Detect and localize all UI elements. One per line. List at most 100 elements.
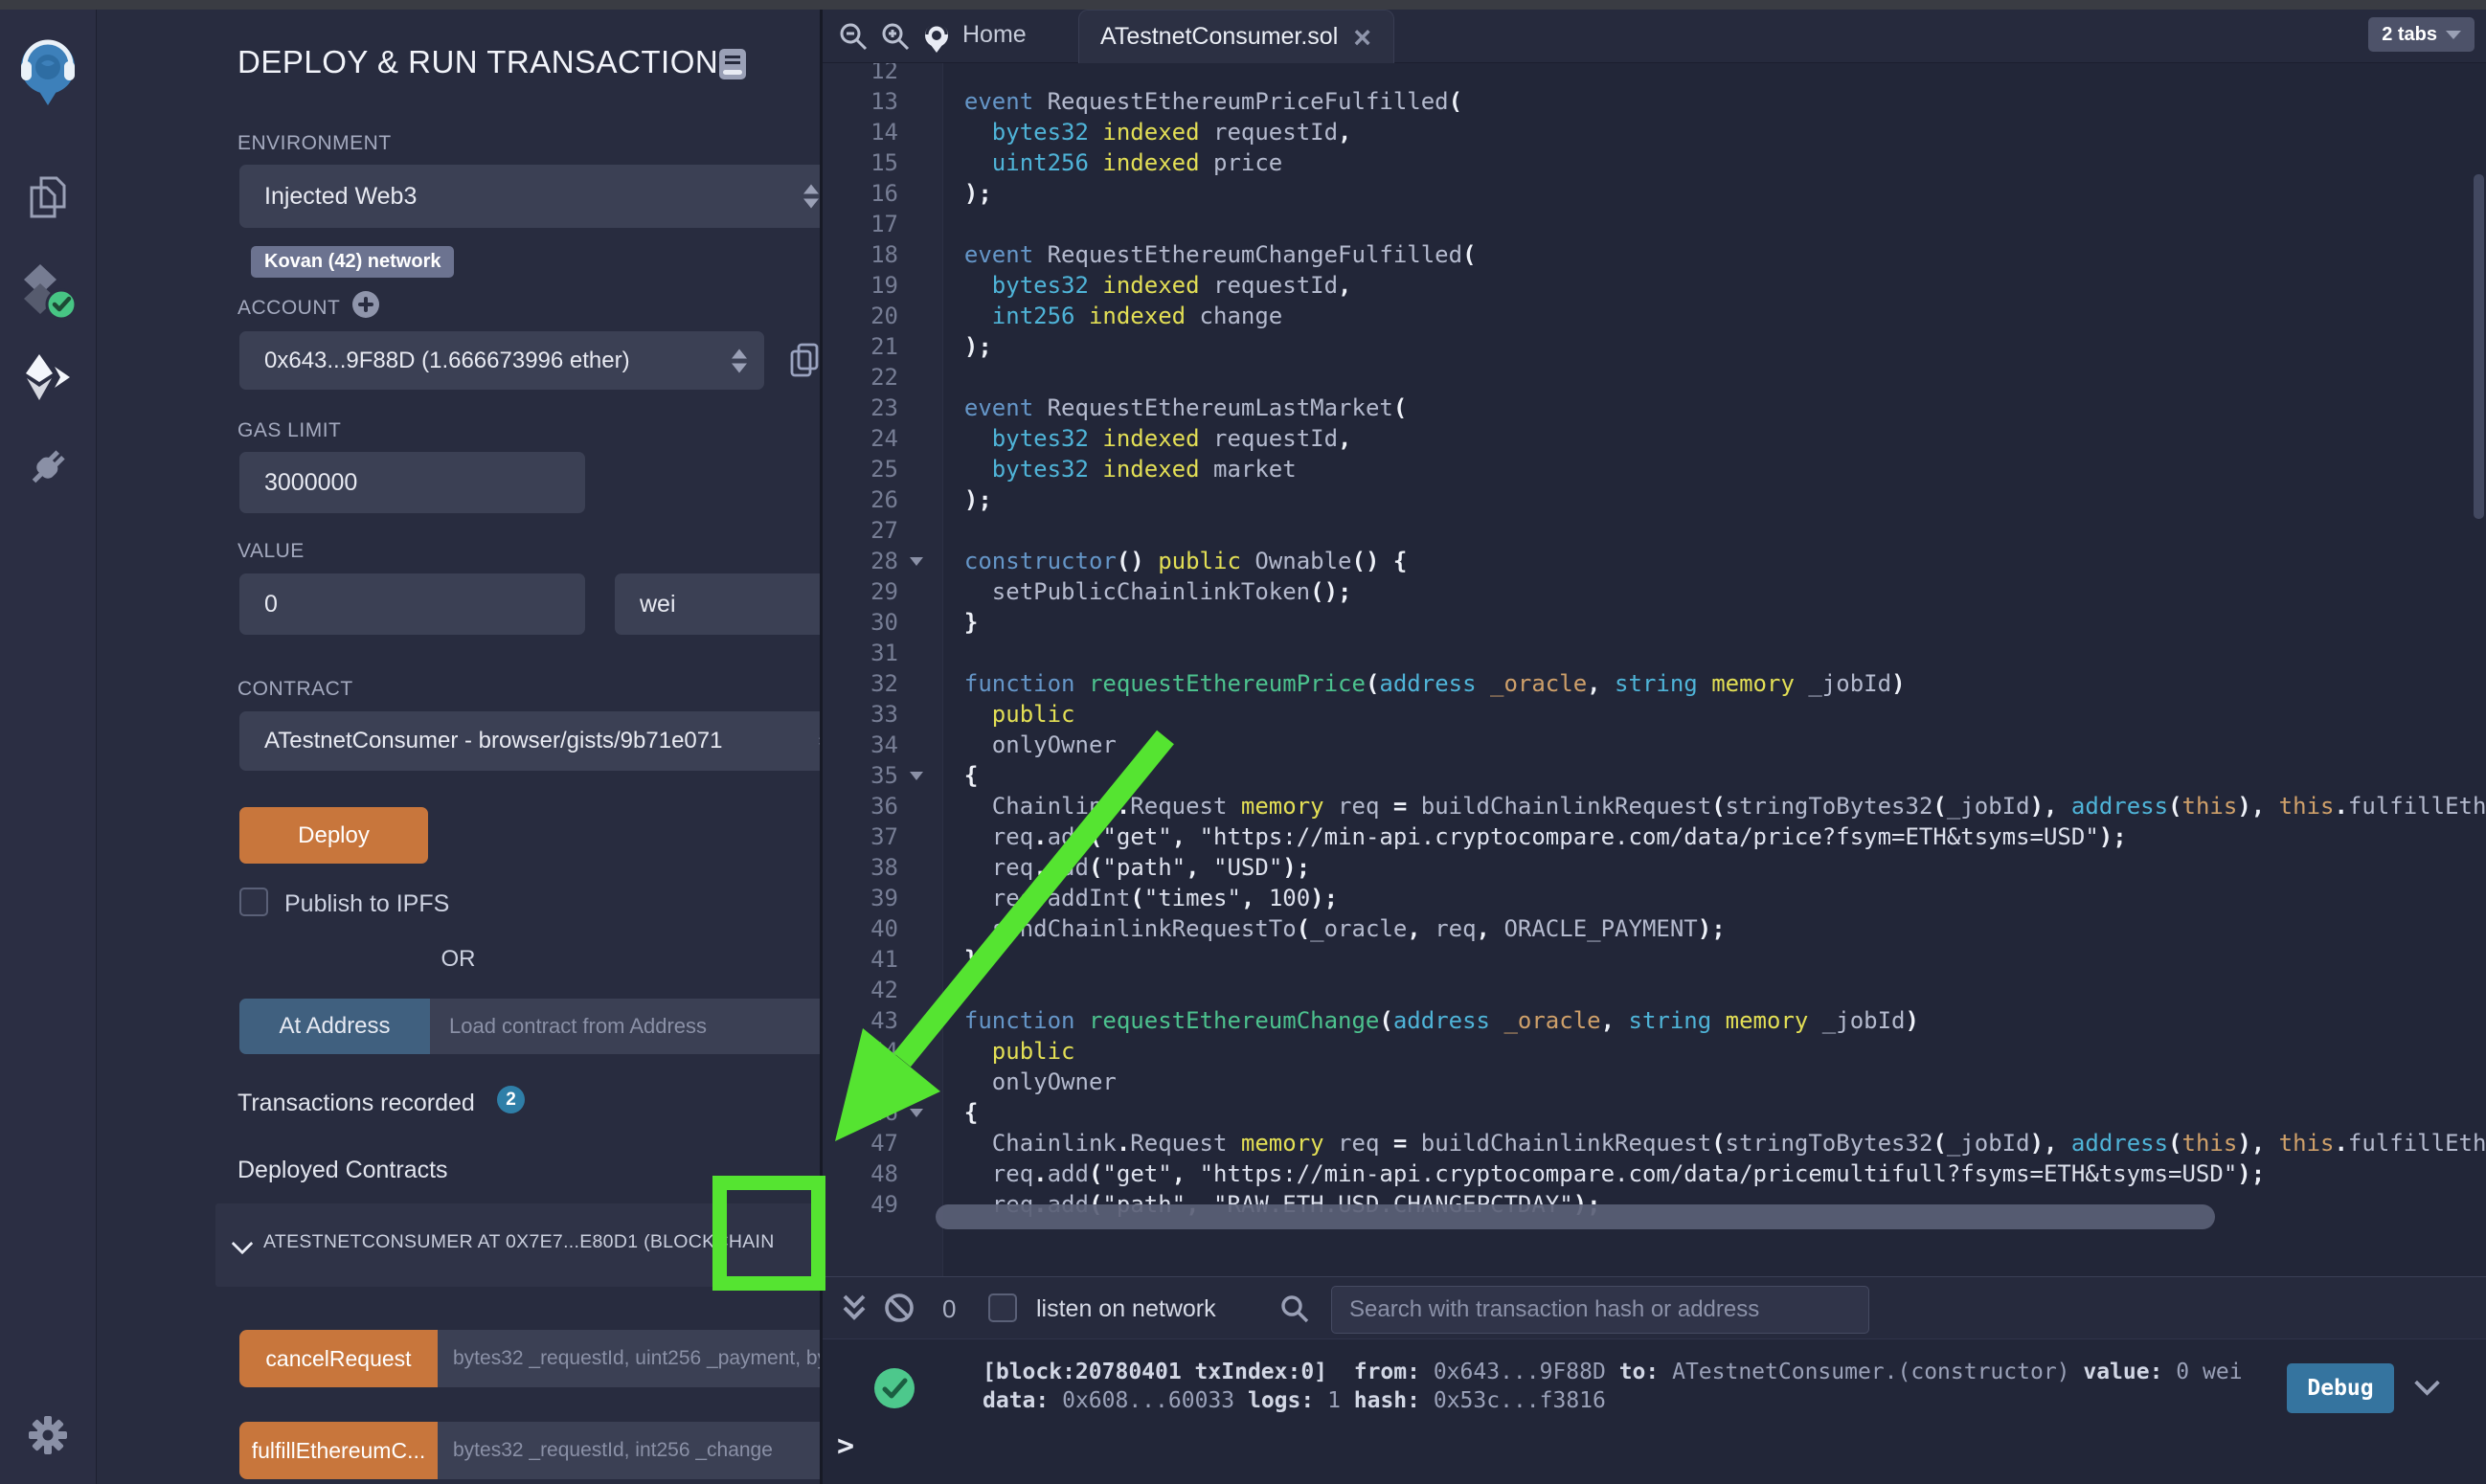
- expand-console-double-chevron-icon[interactable]: [839, 1293, 870, 1325]
- code-line-48[interactable]: 48 req.add("get", "https://min-api.crypt…: [823, 1158, 2486, 1189]
- code-line-16[interactable]: 16 );: [823, 178, 2486, 209]
- tab-atestnetconsumer[interactable]: ATestnetConsumer.sol ×: [1078, 10, 1394, 63]
- code-line-29[interactable]: 29 setPublicChainlinkToken();: [823, 576, 2486, 607]
- deployed-contracts-label: Deployed Contracts: [237, 1157, 448, 1184]
- code-line-30[interactable]: 30 }: [823, 607, 2486, 638]
- function-button-cancelrequest[interactable]: cancelRequest: [239, 1330, 438, 1387]
- at-address-button[interactable]: At Address: [239, 999, 430, 1054]
- search-icon: [1279, 1293, 1310, 1324]
- code-text: req.add("get", "https://min-api.cryptoco…: [937, 821, 2127, 852]
- editor-horizontal-scrollbar[interactable]: [936, 1204, 2215, 1229]
- code-line-44[interactable]: 44 public: [823, 1036, 2486, 1067]
- contract-expand-chevron-icon[interactable]: [232, 1233, 254, 1255]
- code-line-25[interactable]: 25 bytes32 indexed market: [823, 454, 2486, 484]
- copy-account-icon[interactable]: [789, 343, 820, 377]
- function-params-input[interactable]: bytes32 _requestId, int256 _change: [438, 1422, 842, 1479]
- deploy-button[interactable]: Deploy: [239, 807, 428, 864]
- account-select[interactable]: 0x643...9F88D (1.666673996 ether): [239, 331, 764, 390]
- fold-gutter: [898, 362, 937, 393]
- code-line-46[interactable]: 46 {: [823, 1097, 2486, 1128]
- fold-gutter: [898, 1036, 937, 1067]
- fold-caret-icon[interactable]: [898, 1097, 937, 1128]
- code-line-39[interactable]: 39 req.addInt("times", 100);: [823, 883, 2486, 913]
- code-line-19[interactable]: 19 bytes32 indexed requestId,: [823, 270, 2486, 301]
- home-icon[interactable]: [920, 21, 953, 54]
- pending-tx-count: 0: [942, 1294, 956, 1324]
- zoom-in-icon[interactable]: [880, 21, 911, 52]
- publish-ipfs-checkbox[interactable]: [239, 888, 268, 916]
- value-input[interactable]: [239, 573, 585, 635]
- settings-gear-icon[interactable]: [0, 1415, 96, 1455]
- code-line-37[interactable]: 37 req.add("get", "https://min-api.crypt…: [823, 821, 2486, 852]
- clear-console-ban-icon[interactable]: [883, 1292, 915, 1324]
- remix-logo-icon[interactable]: [0, 36, 96, 109]
- code-text: function requestEthereumChange(address _…: [937, 1005, 1919, 1036]
- solidity-compiler-icon[interactable]: [0, 260, 96, 324]
- code-line-15[interactable]: 15 uint256 indexed price: [823, 147, 2486, 178]
- function-params-input[interactable]: bytes32 _requestId, uint256 _payment, by: [438, 1330, 842, 1387]
- contract-value: ATestnetConsumer - browser/gists/9b71e07…: [264, 728, 722, 754]
- line-number: 13: [823, 86, 898, 117]
- code-line-20[interactable]: 20 int256 indexed change: [823, 301, 2486, 331]
- close-tab-icon[interactable]: ×: [1353, 22, 1371, 53]
- code-line-41[interactable]: 41 }: [823, 944, 2486, 975]
- deploy-and-run-icon[interactable]: [0, 352, 96, 402]
- terminal-search-input[interactable]: [1331, 1286, 1869, 1334]
- file-explorer-icon[interactable]: [0, 174, 96, 220]
- fold-caret-icon[interactable]: [898, 760, 937, 791]
- code-line-34[interactable]: 34 onlyOwner: [823, 730, 2486, 760]
- code-line-21[interactable]: 21 );: [823, 331, 2486, 362]
- code-line-24[interactable]: 24 bytes32 indexed requestId,: [823, 423, 2486, 454]
- contract-select[interactable]: ATestnetConsumer - browser/gists/9b71e07…: [239, 711, 842, 771]
- code-line-36[interactable]: 36 Chainlink.Request memory req = buildC…: [823, 791, 2486, 821]
- editor-vertical-scrollbar[interactable]: [2474, 174, 2484, 519]
- fold-gutter: [898, 423, 937, 454]
- code-text: constructor() public Ownable() {: [937, 546, 1407, 576]
- code-line-13[interactable]: 13 event RequestEthereumPriceFulfilled(: [823, 86, 2486, 117]
- code-line-35[interactable]: 35 {: [823, 760, 2486, 791]
- code-line-32[interactable]: 32 function requestEthereumPrice(address…: [823, 668, 2486, 699]
- code-line-22[interactable]: 22: [823, 362, 2486, 393]
- code-line-17[interactable]: 17: [823, 209, 2486, 239]
- line-number: 31: [823, 638, 898, 668]
- docs-book-icon[interactable]: [718, 48, 747, 80]
- code-line-26[interactable]: 26 );: [823, 484, 2486, 515]
- log-expand-chevron-icon[interactable]: [2414, 1370, 2440, 1396]
- code-line-43[interactable]: 43 function requestEthereumChange(addres…: [823, 1005, 2486, 1036]
- code-text: bytes32 indexed market: [937, 454, 1297, 484]
- plugin-manager-icon[interactable]: [0, 444, 96, 490]
- tabs-count-button[interactable]: 2 tabs: [2368, 17, 2475, 52]
- terminal: 0 listen on network [block:20780401 txIn…: [823, 1276, 2486, 1484]
- code-line-47[interactable]: 47 Chainlink.Request memory req = buildC…: [823, 1128, 2486, 1158]
- code-line-12[interactable]: 12: [823, 63, 2486, 86]
- code-line-38[interactable]: 38 req.add("path", "USD");: [823, 852, 2486, 883]
- code-line-28[interactable]: 28 constructor() public Ownable() {: [823, 546, 2486, 576]
- code-line-40[interactable]: 40 sendChainlinkRequestTo(_oracle, req, …: [823, 913, 2486, 944]
- line-number: 29: [823, 576, 898, 607]
- fold-gutter: [898, 209, 937, 239]
- code-line-18[interactable]: 18 event RequestEthereumChangeFulfilled(: [823, 239, 2486, 270]
- code-line-27[interactable]: 27: [823, 515, 2486, 546]
- code-line-45[interactable]: 45 onlyOwner: [823, 1067, 2486, 1097]
- value-label: VALUE: [237, 540, 305, 563]
- code-line-14[interactable]: 14 bytes32 indexed requestId,: [823, 117, 2486, 147]
- code-line-23[interactable]: 23 event RequestEthereumLastMarket(: [823, 393, 2486, 423]
- code-text: public: [937, 1036, 1075, 1067]
- gas-limit-input[interactable]: [239, 452, 585, 513]
- add-account-icon[interactable]: [351, 290, 380, 319]
- debug-button[interactable]: Debug: [2287, 1363, 2394, 1413]
- fold-gutter: [898, 454, 937, 484]
- home-tab[interactable]: Home: [962, 21, 1027, 49]
- at-address-input[interactable]: Load contract from Address: [430, 999, 872, 1054]
- code-editor[interactable]: 1213 event RequestEthereumPriceFulfilled…: [823, 63, 2486, 1276]
- code-line-33[interactable]: 33 public: [823, 699, 2486, 730]
- terminal-prompt[interactable]: >: [837, 1429, 854, 1463]
- code-line-42[interactable]: 42: [823, 975, 2486, 1005]
- zoom-out-icon[interactable]: [838, 21, 869, 52]
- fold-caret-icon[interactable]: [898, 546, 937, 576]
- function-button-fulfillethereumchange[interactable]: fulfillEthereumC...: [239, 1422, 438, 1479]
- code-line-31[interactable]: 31: [823, 638, 2486, 668]
- listen-on-network-checkbox[interactable]: [988, 1293, 1017, 1322]
- environment-select[interactable]: Injected Web3: [239, 165, 836, 228]
- terminal-log-entry[interactable]: [block:20780401 txIndex:0] from: 0x643..…: [983, 1358, 2243, 1415]
